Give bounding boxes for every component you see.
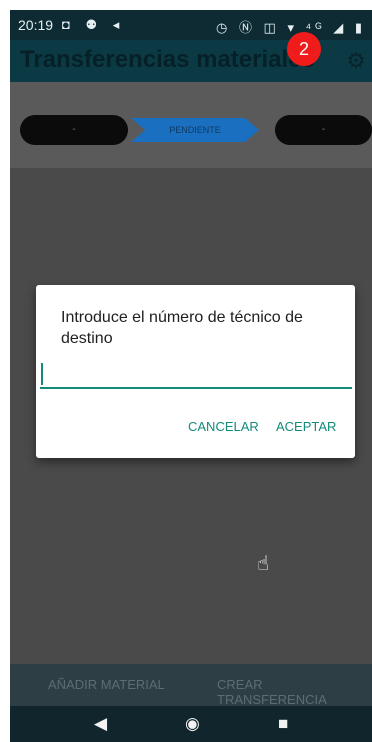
status-step-label: PENDIENTE	[169, 125, 221, 135]
origin-pill[interactable]: -	[20, 115, 128, 145]
notification-icons: ◘ ⚉ ◂	[62, 17, 126, 32]
system-nav-bar: ◀ ◉ ■	[10, 706, 372, 742]
add-material-button[interactable]: AÑADIR MATERIAL	[48, 677, 165, 692]
recent-apps-icon[interactable]: ■	[278, 714, 288, 734]
bottom-action-bar: AÑADIR MATERIAL CREAR TRANSFERENCIA	[10, 664, 372, 707]
status-step-arrow: PENDIENTE	[131, 118, 259, 142]
settings-icon[interactable]: ⚙	[346, 48, 366, 74]
status-time: 20:19	[18, 17, 54, 33]
text-caret	[41, 363, 43, 385]
cancel-button[interactable]: CANCELAR	[188, 419, 259, 434]
back-icon[interactable]: ◀	[94, 714, 107, 734]
dialog-message: Introduce el número de técnico de destin…	[61, 309, 303, 347]
technician-number-dialog: Introduce el número de técnico de destin…	[36, 285, 355, 458]
status-bar: 20:19 ◘ ⚉ ◂ ◷ Ⓝ ◫ ▾ ⁴ᴳ ◢ ▮	[10, 10, 372, 40]
technician-number-input[interactable]	[40, 361, 352, 389]
create-transfer-button[interactable]: CREAR TRANSFERENCIA	[217, 677, 372, 707]
accept-button[interactable]: ACEPTAR	[276, 419, 336, 434]
page-title: Transferencias materiales	[20, 46, 315, 73]
step-number-badge: 2	[287, 32, 321, 66]
hand-cursor-icon: ☝	[257, 553, 270, 575]
phone-screen: 20:19 ◘ ⚉ ◂ ◷ Ⓝ ◫ ▾ ⁴ᴳ ◢ ▮ Transferencia…	[10, 10, 372, 742]
destination-pill[interactable]: -	[275, 115, 372, 145]
transfer-stepper: - PENDIENTE -	[10, 82, 372, 168]
system-status-icons: ◷ Ⓝ ◫ ▾ ⁴ᴳ ◢ ▮	[215, 20, 366, 35]
home-icon[interactable]: ◉	[185, 714, 200, 734]
